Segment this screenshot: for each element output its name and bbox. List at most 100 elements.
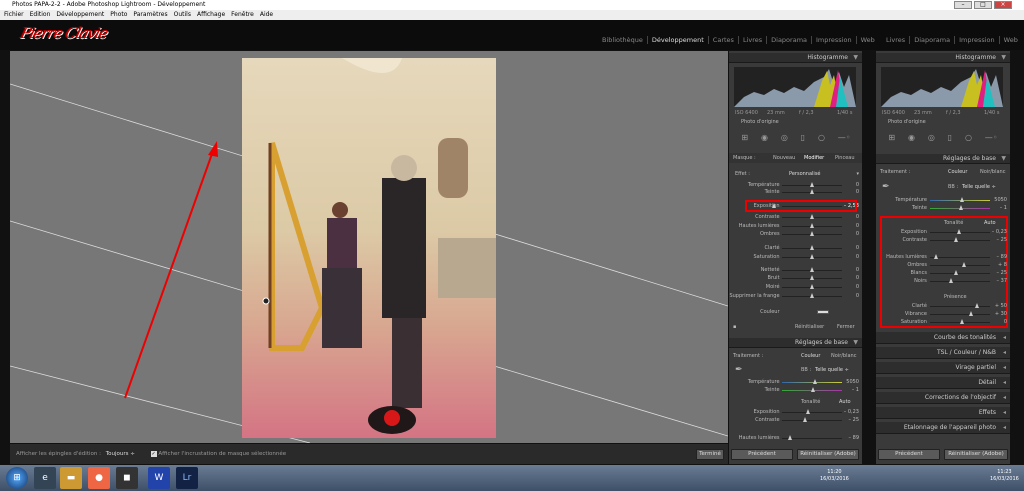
slider-value[interactable]: 0	[856, 188, 859, 196]
section-header[interactable]: Corrections de l'objectif ◂	[876, 392, 1010, 404]
section-expand-icon[interactable]: ◂	[1003, 362, 1006, 374]
treatment-color-left[interactable]: Couleur	[801, 352, 820, 360]
mask-slider-row[interactable]: Teinte 0	[729, 188, 862, 196]
slider-knob[interactable]	[810, 231, 815, 236]
section-expand-icon[interactable]: ◂	[1003, 392, 1006, 404]
mask-reset-button[interactable]: Réinitialiser	[795, 323, 824, 331]
module-developpement[interactable]: Développement	[646, 36, 708, 44]
red-eye-icon[interactable]: ◎	[781, 133, 788, 147]
wb-eyedropper-icon-right[interactable]: ✒	[882, 183, 890, 192]
mask-new-tab[interactable]: Nouveau	[773, 153, 795, 163]
slider-knob[interactable]	[962, 262, 967, 267]
slider-knob[interactable]	[810, 214, 815, 219]
module-impression[interactable]: Impression	[811, 36, 856, 44]
graduated-filter-icon[interactable]: ▯	[801, 133, 805, 147]
slider-knob[interactable]	[953, 270, 958, 275]
module-cartes[interactable]: Cartes	[707, 36, 738, 44]
slider-value[interactable]: 0	[856, 283, 859, 291]
done-button[interactable]: Terminé	[696, 449, 724, 460]
slider-value[interactable]: 0	[856, 292, 859, 300]
module-livres[interactable]: Livres	[737, 36, 766, 44]
slider-knob[interactable]	[810, 284, 815, 289]
mask-edit-tab[interactable]: Modifier	[804, 153, 824, 163]
spot-removal-icon[interactable]: ◉	[761, 133, 768, 147]
slider-knob[interactable]	[810, 267, 815, 272]
mask-slider-row[interactable]: Supprimer la frange 0	[729, 292, 862, 300]
photo-preview[interactable]	[242, 58, 496, 438]
slider-track[interactable]	[929, 306, 990, 307]
clock-1[interactable]: 11:20 16/03/2016	[820, 469, 849, 483]
slider-knob[interactable]	[810, 254, 815, 259]
module-livres-2[interactable]: Livres	[882, 36, 909, 44]
reset-adobe-button-right[interactable]: Réinitialiser (Adobe)	[944, 449, 1008, 460]
mask-slider-row[interactable]: Moiré 0	[729, 283, 862, 291]
treatment-bw-left[interactable]: Noir/blanc	[831, 352, 856, 360]
slider-value[interactable]: 0	[856, 253, 859, 261]
slider-track[interactable]	[929, 257, 990, 258]
red-eye-icon-right[interactable]: ◎	[928, 133, 935, 147]
slider-knob[interactable]	[810, 293, 815, 298]
slider-track[interactable]	[929, 273, 990, 274]
slider-value[interactable]: 0	[856, 266, 859, 274]
mask-brush-tab[interactable]: Pinceau	[835, 153, 855, 163]
histogram-header-right[interactable]: Histogramme ▼	[876, 53, 1010, 63]
effect-select[interactable]: Personnalisé	[789, 170, 821, 178]
wb-select-right[interactable]: Telle quelle ÷	[962, 183, 996, 191]
slider-value[interactable]: – 0,23	[992, 228, 1007, 236]
radial-filter-icon-right[interactable]: ○	[965, 133, 972, 147]
section-expand-icon[interactable]: ◂	[1003, 347, 1006, 359]
mask-slider-row[interactable]: Contraste 0	[729, 213, 862, 221]
slider-knob[interactable]	[959, 319, 964, 324]
slider-value[interactable]: – 37	[997, 277, 1007, 285]
menu-edition[interactable]: Edition	[30, 10, 51, 20]
slider-value[interactable]: + 8	[998, 261, 1007, 269]
slider-knob[interactable]	[810, 245, 815, 250]
graduated-filter-icon-right[interactable]: ▯	[948, 133, 952, 147]
slider-knob[interactable]	[974, 303, 979, 308]
menu-developpement[interactable]: Développement	[56, 10, 104, 20]
radial-filter-icon[interactable]: ○	[818, 133, 825, 147]
presence-slider-row[interactable]: Vibrance + 30	[876, 310, 1010, 318]
mask-slider-row[interactable]: Clarté 0	[729, 244, 862, 252]
mask-slider-row[interactable]: Hautes lumières 0	[729, 222, 862, 230]
menu-fenetre[interactable]: Fenêtre	[231, 10, 254, 20]
crop-tool-icon-right[interactable]: ⊞	[888, 133, 895, 147]
menu-affichage[interactable]: Affichage	[197, 10, 225, 20]
auto-tone-left[interactable]: Auto	[839, 398, 851, 406]
slider-knob[interactable]	[810, 182, 815, 187]
module-impression-2[interactable]: Impression	[954, 36, 999, 44]
basic-header-left[interactable]: Réglages de base ▼	[729, 338, 862, 348]
adjustment-brush-icon-right[interactable]: —◦	[985, 133, 998, 147]
section-header[interactable]: Virage partiel ◂	[876, 362, 1010, 374]
mask-slider-row[interactable]: Bruit 0	[729, 274, 862, 282]
slider-knob[interactable]	[968, 311, 973, 316]
clock-2[interactable]: 11:23 16/03/2016	[990, 469, 1019, 483]
slider-knob[interactable]	[810, 189, 815, 194]
tone-slider-row[interactable]: Contraste – 25	[876, 236, 1010, 244]
mask-slider-row[interactable]: Netteté 0	[729, 266, 862, 274]
slider-value[interactable]: – 25	[997, 269, 1007, 277]
ie-icon[interactable]: e	[34, 467, 56, 489]
adjustment-brush-icon[interactable]: —◦	[838, 133, 851, 147]
temp-row-left[interactable]: Température 5050	[729, 378, 862, 386]
module-web-2[interactable]: Web	[998, 36, 1022, 44]
overlay-checkbox[interactable]: ✓	[150, 450, 157, 457]
module-web[interactable]: Web	[855, 36, 879, 44]
slider-track[interactable]	[929, 240, 990, 241]
crop-tool-icon[interactable]: ⊞	[741, 133, 748, 147]
slider-knob[interactable]	[810, 223, 815, 228]
menu-outils[interactable]: Outils	[174, 10, 191, 20]
slider-track[interactable]	[929, 281, 990, 282]
original-photo-toggle-right[interactable]: Photo d'origine	[876, 118, 1010, 126]
treatment-color-right[interactable]: Couleur	[948, 168, 967, 176]
slider-knob[interactable]	[934, 254, 939, 259]
slider-track[interactable]	[929, 265, 990, 266]
tint-row-left[interactable]: Teinte – 1	[729, 386, 862, 394]
mask-slider-row[interactable]: Ombres 0	[729, 230, 862, 238]
basic-header-right[interactable]: Réglages de base ▼	[876, 154, 1010, 164]
reset-adobe-button-left[interactable]: Réinitialiser (Adobe)	[797, 449, 859, 460]
tone-slider-row[interactable]: Ombres + 8	[876, 261, 1010, 269]
menu-aide[interactable]: Aide	[260, 10, 273, 20]
highlights-row-left[interactable]: Hautes lumières – 89	[729, 434, 862, 442]
module-bibliotheque[interactable]: Bibliothèque	[598, 36, 647, 44]
